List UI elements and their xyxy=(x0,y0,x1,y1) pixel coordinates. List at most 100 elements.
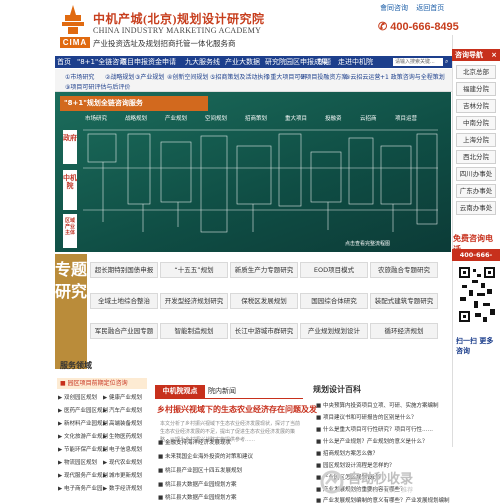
service-item[interactable]: ▶ 电子信息规划 xyxy=(103,445,142,453)
subnav-item[interactable]: ③产业规划 xyxy=(135,72,164,81)
service-item[interactable]: ▶ 现代农业规划 xyxy=(103,458,142,466)
nav-item-big-data[interactable]: 产业大数据 xyxy=(225,56,260,68)
topic-item[interactable]: 装配式建筑专题研究 xyxy=(370,293,438,309)
phone-icon: ✆ xyxy=(378,21,388,33)
headline-link[interactable]: 乡村振兴视域下的生态农业经济存在问题及发 xyxy=(157,404,317,415)
free-consult-phone[interactable]: 400-666-8495 xyxy=(452,249,500,271)
branch-link[interactable]: 北京总部 xyxy=(456,65,496,79)
faq-item[interactable]: ■ 中央预算内投资项目立项、可研、实施方案编制 xyxy=(316,401,438,409)
service-item[interactable]: ▶ 高端装备规划 xyxy=(103,419,142,427)
watermark-subtext: 收录 · 秒收 · 优质 · 推荐 xyxy=(348,487,414,494)
faq-item[interactable]: ■ 项目建议书和可研报告的区别是什么？ xyxy=(316,413,416,421)
nav-item-home[interactable]: 首页 xyxy=(57,56,71,68)
subnav-item[interactable]: ⑨项目可研评估与后评价 xyxy=(65,82,130,91)
topic-item[interactable]: 长江中游城市群研究 xyxy=(230,323,298,339)
service-item[interactable]: ▶ 健康产业规划 xyxy=(103,393,142,401)
hero-banner[interactable]: "8+1"规划全链咨询服务 市场研究 战略规划 产业规划 空间规划 招商策划 重… xyxy=(55,92,451,252)
topic-item[interactable]: 开发型经济规划研究 xyxy=(160,293,228,309)
nav-item-about[interactable]: 走进中机院 xyxy=(338,56,373,68)
branch-link[interactable]: 上海分院 xyxy=(456,133,496,147)
faq-item[interactable]: ■ 什么是产业规划？产业规划的意义是什么？ xyxy=(316,437,427,445)
top-links: 會同咨询 返回首页 xyxy=(380,3,450,13)
service-item[interactable]: ▶ 数字经济规划 xyxy=(103,484,142,492)
service-areas-list: ■ 园区项目前期定位咨询 ▶ 双创园区规划 ▶ 健康产业规划 ▶ 医药产业园区规… xyxy=(55,378,147,496)
topic-item[interactable]: 产业规划规划设计 xyxy=(300,323,368,339)
flow-diagram xyxy=(83,129,438,233)
top-link-consult[interactable]: 會同咨询 xyxy=(380,4,408,12)
subnav-item[interactable]: ⑧云招云运营 xyxy=(345,72,380,81)
logo-icon[interactable] xyxy=(60,5,86,35)
nav-item-chain-consult[interactable]: "8+1"全链咨询 xyxy=(77,56,126,68)
branch-link[interactable]: 福建分院 xyxy=(456,82,496,96)
subnav-item[interactable]: ⑦项目投融资方案 xyxy=(300,72,347,81)
faq-item[interactable]: ■ 招商规划方案怎么做？ xyxy=(316,449,378,457)
topic-item[interactable]: EOD项目模式 xyxy=(300,262,368,278)
service-item[interactable]: ▶ 双创园区规划 xyxy=(58,393,97,401)
nav-item-service-lines[interactable]: 九大服务线 xyxy=(185,56,220,68)
banner-step: 战略规划 xyxy=(125,116,148,122)
topic-item[interactable]: “十五五”规划 xyxy=(160,262,228,278)
service-highlight[interactable]: ■ 园区项目前期定位咨询 xyxy=(57,378,147,389)
banner-step: 市场研究 xyxy=(85,116,108,122)
service-item[interactable]: ▶ 城市更新规划 xyxy=(103,471,142,479)
banner-caption[interactable]: 点击查看完整流程图 xyxy=(345,240,390,247)
search-icon[interactable]: ⌕ xyxy=(445,56,448,68)
topic-item[interactable]: 全域土地综合整治 xyxy=(90,293,158,309)
service-item[interactable]: ▶ 物流园区规划 xyxy=(58,458,97,466)
qr-code-icon[interactable] xyxy=(457,265,497,325)
service-item[interactable]: ▶ 电子商务产业园 xyxy=(58,484,102,492)
banner-step: 投融资 xyxy=(325,116,342,122)
subnav-item[interactable]: ④创新空间规划 xyxy=(167,72,208,81)
service-item[interactable]: ▶ 现代服务产业规划 xyxy=(58,471,108,479)
branch-link[interactable]: 吉林分院 xyxy=(456,99,496,113)
main-nav: 首页 "8+1"全链咨询 项目申报资金申请 九大服务线 产业大数据 研究院园区申… xyxy=(55,56,452,68)
brand-name: 中机产城(北京)规划设计研究院 xyxy=(93,12,265,26)
topic-item[interactable]: 新质生产力专题研究 xyxy=(230,262,298,278)
service-item[interactable]: ▶ 医药产业园区规划 xyxy=(58,406,108,414)
banner-step: 项目运营 xyxy=(395,116,418,122)
subnav-item[interactable]: ②战略规划 xyxy=(105,72,134,81)
subnav-item[interactable]: ①市场研究 xyxy=(65,72,94,81)
news-item[interactable]: ■ 未来我国企业海外投资的对策和建议 xyxy=(158,452,253,460)
branch-link[interactable]: 广东办事处 xyxy=(456,184,496,198)
hotline[interactable]: ✆ 400-666-8495 xyxy=(378,20,459,33)
band-regional: 区域产业主体 xyxy=(63,214,77,248)
service-item[interactable]: ▶ 文化旅游产业规划 xyxy=(58,432,108,440)
topic-item[interactable]: 保税区发展规划 xyxy=(230,293,298,309)
banner-step: 产业规划 xyxy=(165,116,188,122)
band-cima: 中机院 xyxy=(63,170,77,210)
service-subnav: ①市场研究 ②战略规划 ③产业规划 ④创新空间规划 ⑤招商策划及活动执行 ⑥重大… xyxy=(55,69,452,92)
top-link-home[interactable]: 返回首页 xyxy=(416,4,444,12)
branch-link[interactable]: 西北分院 xyxy=(456,150,496,164)
nav-item-project-apply[interactable]: 项目申报资金申请 xyxy=(120,56,176,68)
topic-item[interactable]: 军民融合产业园专题 xyxy=(90,323,158,339)
branch-link[interactable]: 四川办事处 xyxy=(456,167,496,181)
banner-title: "8+1"规划全链咨询服务 xyxy=(60,96,208,111)
topic-item[interactable]: 农旅融合专题研究 xyxy=(370,262,438,278)
banner-step: 云招商 xyxy=(360,116,377,122)
news-item[interactable]: ■ 桃江县大数据产业园规划方案 xyxy=(158,480,236,488)
faq-item[interactable]: ■ 什么是重大项目可行性研究？项目可行性…… xyxy=(316,425,433,433)
topic-item[interactable]: 循环经济规划 xyxy=(370,323,438,339)
news-item[interactable]: ■ 桃江县产业园区十四五发展规划 xyxy=(158,466,242,474)
news-item[interactable]: ■ 金融支持海洋经济发展现状 xyxy=(158,438,231,446)
branch-link[interactable]: 中南分院 xyxy=(456,116,496,130)
tab-news[interactable]: 院内新闻 xyxy=(208,385,236,398)
topic-item[interactable]: 超长期特别国债申报 xyxy=(90,262,158,278)
watermark: 自动秒收录 收录 · 秒收 · 优质 · 推荐 xyxy=(316,468,436,498)
banner-step: 空间规划 xyxy=(205,116,228,122)
service-item[interactable]: ▶ 生物医药规划 xyxy=(103,432,142,440)
close-icon[interactable]: × xyxy=(491,49,497,61)
service-item[interactable]: ▶ 汽车产业规划 xyxy=(103,406,142,414)
subnav-item[interactable]: +1 政策咨询与全程策划 xyxy=(380,72,445,81)
topic-item[interactable]: 智能制造规划 xyxy=(160,323,228,339)
scan-consult-text: 扫一扫 更多咨询 xyxy=(456,337,494,355)
subnav-item[interactable]: ⑤招商策划及活动执行 xyxy=(210,72,269,81)
search-input[interactable]: 请输入搜索关键... xyxy=(393,58,443,66)
tab-viewpoints[interactable]: 中机院观点 xyxy=(155,385,205,398)
nav-item-topics[interactable]: 专题 xyxy=(317,56,331,68)
branch-link[interactable]: 云南办事处 xyxy=(456,201,496,215)
service-item[interactable]: ▶ 新材料产业园规划 xyxy=(58,419,108,427)
service-item[interactable]: ▶ 节能环保产业规划 xyxy=(58,445,108,453)
topic-item[interactable]: 国园综合体研究 xyxy=(300,293,368,309)
